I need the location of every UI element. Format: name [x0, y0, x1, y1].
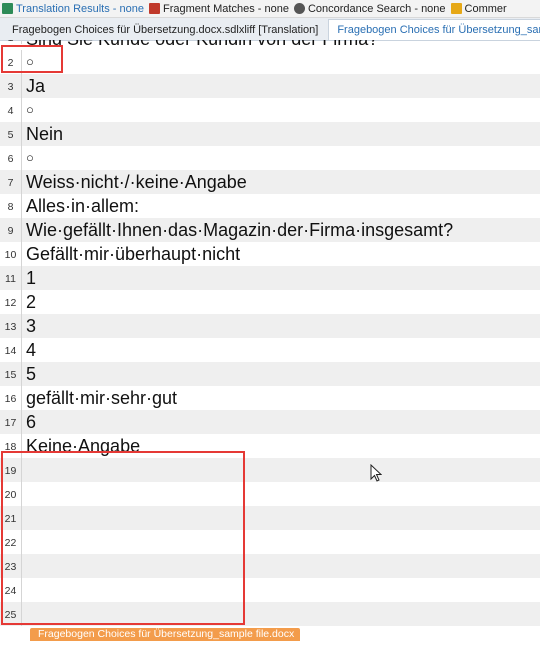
table-row[interactable]: 16 gefällt·mir·sehr·gut — [0, 386, 540, 410]
segment-number: 3 — [0, 74, 22, 98]
segment-text[interactable]: 5 — [26, 362, 36, 386]
segment-number: 16 — [0, 386, 22, 410]
table-row[interactable]: 2 ○ — [0, 50, 540, 74]
segment-text[interactable]: 3 — [26, 314, 36, 338]
segment-number: 13 — [0, 314, 22, 338]
tab-label: Translation Results - none — [16, 2, 144, 15]
panel-tab-bar: Translation Results - none Fragment Matc… — [0, 0, 540, 18]
tab-document-sample[interactable]: Fragebogen Choices für Übersetzung_sar — [328, 19, 540, 40]
table-row[interactable]: 3 Ja — [0, 74, 540, 98]
comments-icon — [450, 3, 462, 14]
binoculars-icon — [293, 3, 305, 14]
segment-number: 17 — [0, 410, 22, 434]
segment-number: 6 — [0, 146, 22, 170]
table-row[interactable]: 11 1 — [0, 266, 540, 290]
tab-label: Concordance Search - none — [307, 2, 446, 15]
segment-number: 11 — [0, 266, 22, 290]
bottom-area — [0, 641, 540, 659]
segment-text[interactable]: Wie·gefällt·Ihnen·das·Magazin·der·Firma·… — [26, 218, 453, 242]
highlight-box-row-2 — [1, 45, 63, 73]
segment-text[interactable]: 2 — [26, 290, 36, 314]
table-row[interactable]: 12 2 — [0, 290, 540, 314]
table-row[interactable]: 4 ○ — [0, 98, 540, 122]
table-row[interactable]: 5 Nein — [0, 122, 540, 146]
tab-label: Fragment Matches - none — [163, 2, 289, 15]
tab-translation-results[interactable]: Translation Results - none — [0, 0, 147, 17]
segment-number: 9 — [0, 218, 22, 242]
table-row[interactable]: 9 Wie·gefällt·Ihnen·das·Magazin·der·Firm… — [0, 218, 540, 242]
file-tab[interactable]: Fragebogen Choices für Übersetzung_sampl… — [30, 628, 301, 641]
segment-number: 8 — [0, 194, 22, 218]
tab-fragment-matches[interactable]: Fragment Matches - none — [147, 0, 292, 17]
table-row[interactable]: 17 6 — [0, 410, 540, 434]
tab-concordance-search[interactable]: Concordance Search - none — [292, 0, 449, 17]
segment-number: 12 — [0, 290, 22, 314]
segment-number: 4 — [0, 98, 22, 122]
fragment-matches-icon — [149, 3, 160, 14]
segment-number: 14 — [0, 338, 22, 362]
table-row[interactable]: 13 3 — [0, 314, 540, 338]
table-row[interactable]: 6 ○ — [0, 146, 540, 170]
segment-text[interactable]: 4 — [26, 338, 36, 362]
segment-text[interactable]: Weiss·nicht·/·keine·Angabe — [26, 170, 247, 194]
mouse-pointer-icon — [370, 464, 382, 482]
segment-text[interactable]: Nein — [26, 122, 63, 146]
translation-results-icon — [2, 3, 13, 14]
segment-number: 10 — [0, 242, 22, 266]
segment-text[interactable]: Gefällt·mir·überhaupt·nicht — [26, 242, 240, 266]
segment-text[interactable]: 6 — [26, 410, 36, 434]
segment-number: 1 — [0, 40, 22, 44]
table-row[interactable]: 15 5 — [0, 362, 540, 386]
segment-text[interactable]: 1 — [26, 266, 36, 290]
segment-number: 5 — [0, 122, 22, 146]
segment-text[interactable]: Alles·in·allem: — [26, 194, 139, 218]
tab-document-translation[interactable]: Fragebogen Choices für Übersetzung.docx.… — [0, 20, 322, 40]
table-row[interactable]: 8 Alles·in·allem: — [0, 194, 540, 218]
segment-number: 15 — [0, 362, 22, 386]
segment-text[interactable]: ○ — [26, 146, 34, 170]
highlight-box-empty-rows — [1, 451, 245, 625]
table-row[interactable]: 10 Gefällt·mir·überhaupt·nicht — [0, 242, 540, 266]
document-tab-bar: Fragebogen Choices für Übersetzung.docx.… — [0, 18, 540, 41]
segment-text[interactable]: gefällt·mir·sehr·gut — [26, 386, 177, 410]
table-row[interactable]: 14 4 — [0, 338, 540, 362]
segment-text[interactable]: Ja — [26, 74, 45, 98]
tab-comments[interactable]: Commer — [449, 0, 510, 17]
segment-number: 7 — [0, 170, 22, 194]
table-row[interactable]: 7 Weiss·nicht·/·keine·Angabe — [0, 170, 540, 194]
tab-label: Commer — [464, 2, 507, 15]
segment-text[interactable]: ○ — [26, 98, 34, 122]
